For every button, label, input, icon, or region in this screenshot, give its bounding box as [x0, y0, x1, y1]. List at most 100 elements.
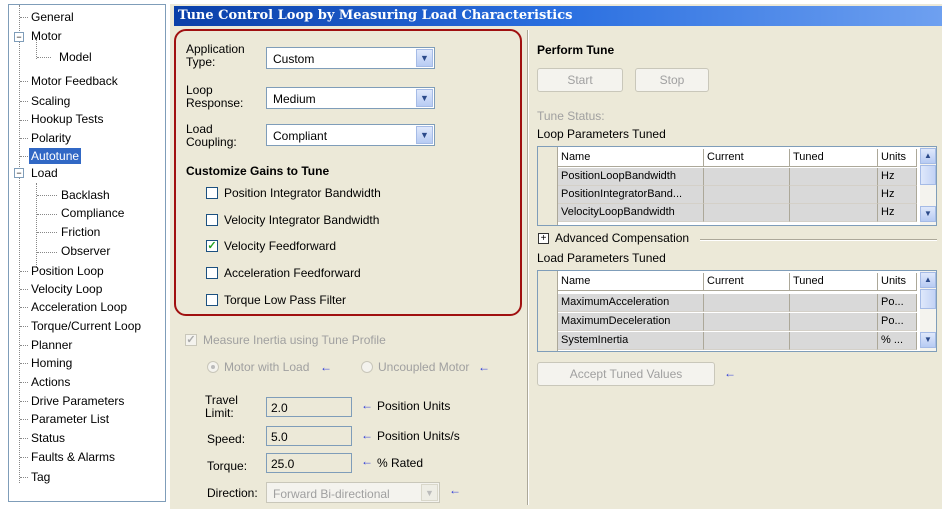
- table-row-name: PositionLoopBandwidth: [558, 168, 704, 186]
- table-row-current: [704, 313, 790, 331]
- tree-item-hookup-tests[interactable]: Hookup Tests: [31, 111, 104, 127]
- start-button[interactable]: Start: [537, 68, 623, 92]
- tree-item-polarity[interactable]: Polarity: [31, 130, 71, 146]
- column-header-current[interactable]: Current: [704, 149, 790, 167]
- travel-limit-units: Position Units: [377, 399, 451, 413]
- tree-item-model[interactable]: Model: [59, 49, 92, 65]
- load-collapse-icon[interactable]: −: [14, 168, 24, 178]
- separator-line: [700, 239, 937, 241]
- tree-item-compliance[interactable]: Compliance: [61, 205, 124, 221]
- tree-item-tag[interactable]: Tag: [31, 469, 50, 485]
- radio-uncoupled-motor[interactable]: [361, 361, 373, 373]
- label-velocity-feedforward: Velocity Feedforward: [224, 239, 337, 253]
- left-arrow-icon: ←: [361, 428, 373, 442]
- tree-item-scaling[interactable]: Scaling: [31, 93, 70, 109]
- tree-item-backlash[interactable]: Backlash: [61, 187, 110, 203]
- table-row-current: [704, 294, 790, 312]
- column-header-units[interactable]: Units: [878, 273, 917, 291]
- checkbox-acceleration-feedforward[interactable]: [206, 267, 218, 279]
- chevron-down-icon[interactable]: ▼: [421, 484, 438, 501]
- table-row-current: [704, 332, 790, 350]
- stop-button[interactable]: Stop: [635, 68, 709, 92]
- load-parameters-grid[interactable]: Name Current Tuned Units MaximumAccelera…: [537, 270, 937, 352]
- tree-item-position-loop[interactable]: Position Loop: [31, 263, 104, 279]
- table-row-units: Hz: [878, 168, 917, 186]
- scroll-up-icon[interactable]: ▲: [920, 148, 936, 164]
- column-header-tuned[interactable]: Tuned: [790, 149, 878, 167]
- vertical-scrollbar[interactable]: ▲ ▼: [920, 271, 936, 351]
- tree-item-parameter-list[interactable]: Parameter List: [31, 411, 109, 427]
- tree-item-motor-feedback[interactable]: Motor Feedback: [31, 73, 118, 89]
- tree-item-autotune[interactable]: Autotune: [29, 148, 82, 164]
- tree-item-planner[interactable]: Planner: [31, 337, 72, 353]
- tree-item-status[interactable]: Status: [31, 430, 65, 446]
- tree-item-velocity-loop[interactable]: Velocity Loop: [31, 281, 102, 297]
- plus-box-icon[interactable]: +: [538, 233, 549, 244]
- scroll-down-icon[interactable]: ▼: [920, 206, 936, 222]
- scroll-up-icon[interactable]: ▲: [920, 272, 936, 288]
- tree-item-friction[interactable]: Friction: [61, 224, 100, 240]
- loop-response-value: Medium: [273, 92, 316, 106]
- checkbox-velocity-feedforward[interactable]: ✓: [206, 240, 218, 252]
- loop-response-select[interactable]: Medium ▼: [266, 87, 435, 109]
- motor-collapse-icon[interactable]: −: [14, 32, 24, 42]
- column-header-current[interactable]: Current: [704, 273, 790, 291]
- gains-heading: Customize Gains to Tune: [186, 164, 330, 178]
- chevron-down-icon[interactable]: ▼: [416, 89, 433, 107]
- tree-item-load[interactable]: Load: [31, 165, 58, 181]
- load-coupling-select[interactable]: Compliant ▼: [266, 124, 435, 146]
- vertical-scrollbar[interactable]: ▲ ▼: [920, 147, 936, 225]
- scroll-thumb[interactable]: [920, 165, 936, 185]
- application-type-select[interactable]: Custom ▼: [266, 47, 435, 69]
- checkbox-measure-inertia[interactable]: ✓: [185, 334, 197, 346]
- panel-divider: [527, 30, 529, 505]
- checkbox-velocity-integrator-bandwidth[interactable]: [206, 214, 218, 226]
- tree-item-actions[interactable]: Actions: [31, 374, 70, 390]
- table-row-units: % ...: [878, 332, 917, 350]
- left-arrow-icon: ←: [449, 483, 461, 497]
- navigation-tree[interactable]: − − General Motor Model Motor Feedback S…: [8, 4, 166, 502]
- torque-field[interactable]: 25.0: [266, 453, 352, 473]
- tree-item-observer[interactable]: Observer: [61, 243, 110, 259]
- chevron-down-icon[interactable]: ▼: [416, 126, 433, 144]
- left-arrow-icon: ←: [361, 398, 373, 412]
- tree-item-faults-alarms[interactable]: Faults & Alarms: [31, 449, 115, 465]
- column-header-name[interactable]: Name: [558, 273, 704, 291]
- travel-limit-field[interactable]: 2.0: [266, 397, 352, 417]
- tree-item-torque-current-loop[interactable]: Torque/Current Loop: [31, 318, 141, 334]
- chevron-down-icon[interactable]: ▼: [416, 49, 433, 67]
- table-row-tuned: [790, 168, 878, 186]
- speed-field[interactable]: 5.0: [266, 426, 352, 446]
- load-params-label: Load Parameters Tuned: [537, 251, 666, 265]
- checkbox-torque-low-pass-filter[interactable]: [206, 294, 218, 306]
- direction-select[interactable]: Forward Bi-directional ▼: [266, 482, 440, 503]
- table-row-units: Hz: [878, 204, 917, 222]
- label-measure-inertia: Measure Inertia using Tune Profile: [203, 333, 386, 347]
- column-header-name[interactable]: Name: [558, 149, 704, 167]
- tree-item-drive-parameters[interactable]: Drive Parameters: [31, 393, 124, 409]
- label-acceleration-feedforward: Acceleration Feedforward: [224, 266, 361, 280]
- table-row-current: [704, 186, 790, 204]
- label-motor-with-load: Motor with Load: [224, 360, 310, 374]
- accept-tuned-values-button[interactable]: Accept Tuned Values: [537, 362, 715, 386]
- checkbox-position-integrator-bandwidth[interactable]: [206, 187, 218, 199]
- scroll-thumb[interactable]: [920, 289, 936, 309]
- radio-motor-with-load[interactable]: [207, 361, 219, 373]
- table-row-current: [704, 204, 790, 222]
- column-header-units[interactable]: Units: [878, 149, 917, 167]
- table-row-name: MaximumDeceleration: [558, 313, 704, 331]
- scroll-down-icon[interactable]: ▼: [920, 332, 936, 348]
- table-row-name: SystemInertia: [558, 332, 704, 350]
- column-header-tuned[interactable]: Tuned: [790, 273, 878, 291]
- tree-item-acceleration-loop[interactable]: Acceleration Loop: [31, 299, 127, 315]
- advanced-compensation-label[interactable]: Advanced Compensation: [555, 232, 689, 245]
- travel-limit-label: Travel Limit:: [205, 393, 238, 420]
- tree-item-homing[interactable]: Homing: [31, 355, 72, 371]
- torque-label: Torque:: [207, 459, 248, 473]
- tree-item-motor[interactable]: Motor: [31, 28, 62, 44]
- direction-label: Direction:: [207, 486, 258, 500]
- loop-parameters-grid[interactable]: Name Current Tuned Units PositionLoopBan…: [537, 146, 937, 226]
- perform-tune-heading: Perform Tune: [537, 43, 615, 57]
- label-uncoupled-motor: Uncoupled Motor: [378, 360, 470, 374]
- tree-item-general[interactable]: General: [31, 9, 74, 25]
